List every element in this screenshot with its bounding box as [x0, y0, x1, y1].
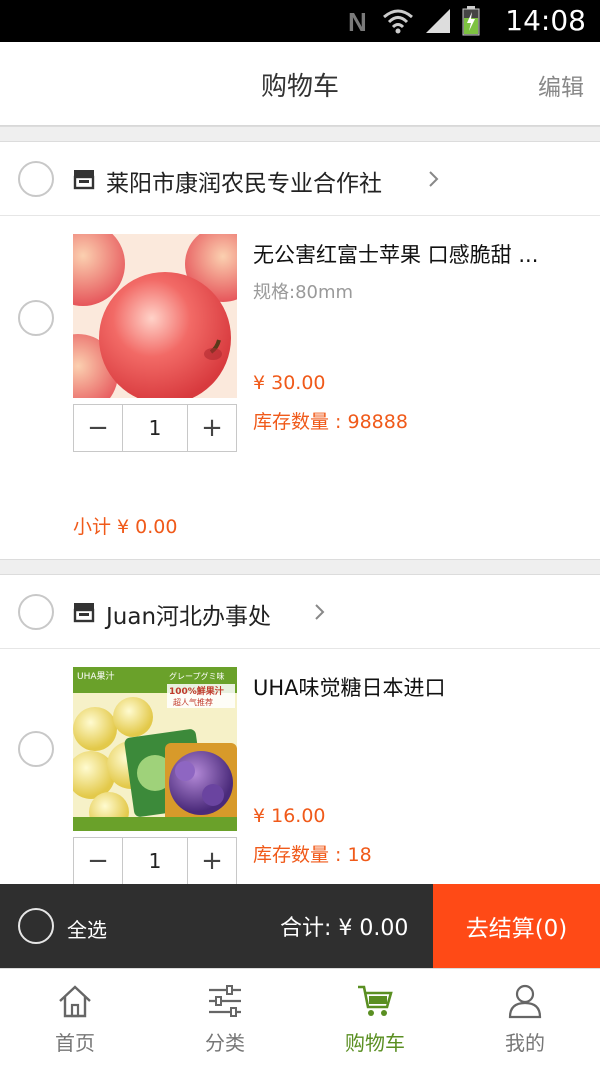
shop-name: 莱阳市康润农民专业合作社 [106, 171, 382, 197]
status-bar: N 14:08 [0, 0, 600, 42]
increase-quantity-button[interactable]: + [188, 405, 236, 451]
tab-label: 我的 [505, 1031, 545, 1055]
store-icon [73, 170, 95, 190]
cart-total: 合计: ¥ 0.00 [280, 916, 409, 941]
shop-header[interactable]: 莱阳市康润农民专业合作社 [0, 142, 600, 216]
user-icon [508, 984, 542, 1019]
shop-header[interactable]: Juan河北办事处 [0, 575, 600, 649]
cart-item: UHA果汁 グレープグミ味 100%鮮果汁 超人气推荐 UHA味觉糖日本进口 ¥… [0, 649, 600, 885]
image-text-flavor: グレープグミ味 [169, 671, 225, 681]
tab-label: 分类 [205, 1031, 245, 1055]
cart-item: 无公害红富士苹果 口感脆甜 ... 规格:80mm ¥ 30.00 库存数量 :… [0, 216, 600, 559]
increase-quantity-button[interactable]: + [188, 838, 236, 884]
tab-label: 购物车 [345, 1031, 405, 1055]
checkout-button[interactable]: 去结算(0) [433, 884, 600, 968]
quantity-value[interactable]: 1 [122, 405, 188, 451]
product-image-candy[interactable]: UHA果汁 グレープグミ味 100%鮮果汁 超人气推荐 [73, 667, 237, 831]
category-sliders-icon [209, 985, 241, 1017]
product-title[interactable]: UHA味觉糖日本进口 [253, 672, 573, 702]
shop-subtotal: 小计 ¥ 0.00 [73, 516, 178, 538]
tab-profile[interactable]: 我的 [450, 969, 600, 1068]
item-select-radio[interactable] [18, 300, 54, 336]
chevron-right-icon [315, 604, 325, 620]
image-text-recommend: 超人气推荐 [173, 697, 213, 707]
section-divider [0, 126, 600, 142]
chevron-right-icon [429, 171, 439, 187]
select-all-label[interactable]: 全选 [67, 914, 107, 943]
bottom-tab-bar: 首页 分类 购物车 我的 [0, 968, 600, 1067]
product-stock: 库存数量 : 98888 [253, 411, 408, 433]
cart-icon [358, 985, 393, 1016]
nfc-icon: N [348, 7, 367, 35]
image-text-juice: 100%鮮果汁 [169, 685, 224, 697]
home-icon [59, 985, 91, 1018]
quantity-value[interactable]: 1 [122, 838, 188, 884]
store-icon [73, 603, 95, 623]
item-select-radio[interactable] [18, 731, 54, 767]
quantity-stepper: − 1 + [73, 404, 237, 452]
product-title[interactable]: 无公害红富士苹果 口感脆甜 ... [253, 239, 573, 269]
select-all-radio[interactable] [18, 908, 54, 944]
shop-select-radio[interactable] [18, 594, 54, 630]
product-spec: 规格:80mm [253, 282, 354, 303]
shop-name: Juan河北办事处 [106, 604, 272, 630]
product-stock: 库存数量 : 18 [253, 844, 372, 866]
cart-summary-bar: 全选 合计: ¥ 0.00 去结算(0) [0, 884, 600, 968]
shop-select-radio[interactable] [18, 161, 54, 197]
product-image-apple[interactable] [73, 234, 237, 398]
tab-category[interactable]: 分类 [150, 969, 300, 1068]
page-title: 购物车 [260, 72, 339, 102]
wifi-icon [383, 9, 413, 34]
product-price: ¥ 16.00 [253, 805, 326, 827]
header: 购物车 编辑 [0, 42, 600, 126]
tab-home[interactable]: 首页 [0, 969, 150, 1068]
decrease-quantity-button[interactable]: − [74, 405, 122, 451]
clock: 14:08 [505, 4, 586, 37]
image-text-brand: UHA果汁 [77, 670, 115, 682]
tab-cart[interactable]: 购物车 [300, 969, 450, 1068]
edit-button[interactable]: 编辑 [538, 68, 584, 102]
product-price: ¥ 30.00 [253, 372, 326, 394]
signal-icon [426, 9, 450, 33]
decrease-quantity-button[interactable]: − [74, 838, 122, 884]
section-divider [0, 559, 600, 575]
svg-text:N: N [348, 7, 367, 35]
battery-icon [462, 6, 480, 36]
status-icons: N [346, 6, 480, 36]
tab-label: 首页 [55, 1031, 95, 1055]
quantity-stepper: − 1 + [73, 837, 237, 885]
